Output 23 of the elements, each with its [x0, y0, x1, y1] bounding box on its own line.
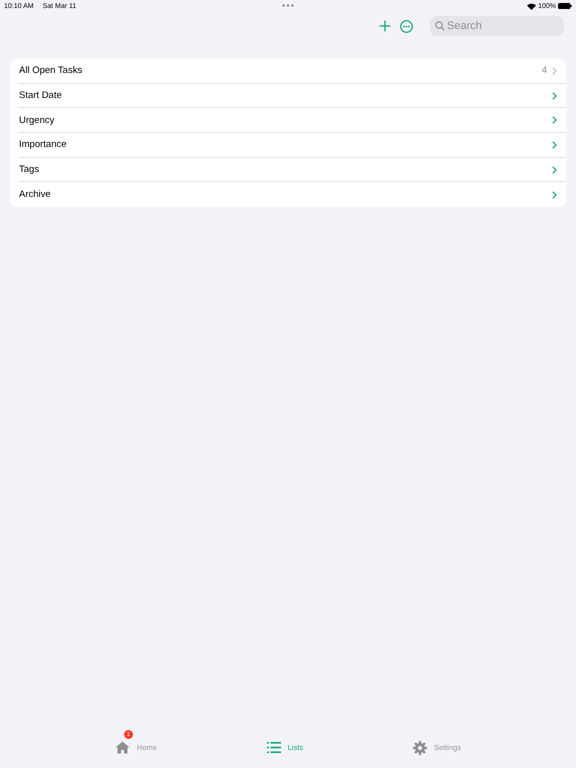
chevron-icon [552, 66, 557, 75]
list-icon [266, 742, 281, 753]
add-button[interactable] [379, 20, 391, 32]
more-button[interactable] [400, 20, 413, 32]
list-row[interactable]: Archive [19, 182, 566, 208]
chevron-icon [552, 92, 557, 100]
search-field[interactable]: Search [430, 16, 564, 36]
wifi-icon [527, 2, 536, 10]
multitasking-icon [282, 4, 294, 7]
list-row[interactable]: All Open Tasks 4 [19, 59, 566, 84]
list-row[interactable]: Importance [19, 133, 566, 158]
list-row[interactable]: Urgency [19, 108, 566, 134]
chevron-icon [552, 190, 557, 199]
list-row[interactable]: Start Date [19, 84, 566, 108]
search-icon [435, 21, 445, 31]
gear-icon [412, 740, 427, 754]
chevron-icon [552, 140, 557, 149]
battery-icon [558, 3, 572, 9]
home-icon [114, 741, 130, 754]
list-row[interactable]: Tags [19, 158, 566, 182]
chevron-icon [552, 116, 557, 124]
task-count: 4 [542, 65, 547, 76]
chevron-icon [552, 166, 557, 174]
